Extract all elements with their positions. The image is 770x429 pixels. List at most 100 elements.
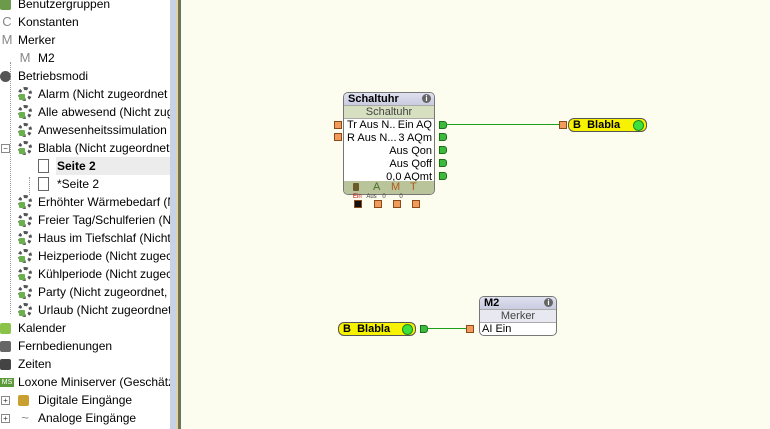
mode-gear-icon [18,285,32,299]
info-icon[interactable]: i [544,298,553,307]
mode-gear-icon [18,213,32,227]
program-canvas[interactable]: Schaltuhr i Schaltuhr Tr Aus N.. Ein AQ R … [181,0,770,429]
tree-item-label: Digitale Eingänge [38,393,133,407]
tree-item[interactable]: Party (Nicht zugeordnet, [0,283,170,301]
expand-toggle-icon[interactable]: − [1,144,10,153]
output-pin-aqm[interactable] [439,133,447,141]
tree-item[interactable]: M Merker [0,31,170,49]
input-label: R Aus N... [347,132,397,144]
tree-item[interactable]: Anwesenheitssimulation [0,121,170,139]
tree-item-label: Freier Tag/Schulferien (N [38,213,170,227]
output-pin[interactable] [420,325,428,333]
tree-item[interactable]: Benutzergruppen [0,0,170,13]
input-pin-ai[interactable] [466,325,474,333]
footer-a: A [373,181,381,193]
param-pin[interactable] [412,200,420,208]
output-pin-qon[interactable] [439,146,447,154]
tree-item-label: Kalender [18,321,67,335]
mode-gear-icon [18,249,32,263]
tree-item-label: Analoge Eingänge [38,411,137,425]
marker-icon: M [1,32,13,47]
input-variable-blabla[interactable]: B Blabla [338,322,416,336]
tree-item[interactable]: Fernbedienungen [0,337,170,355]
tree-item-label: Urlaub (Nicht zugeordnet [38,303,170,317]
tree-item[interactable]: Erhöhter Wärmebedarf (N [0,193,170,211]
tree-item[interactable]: MS Loxone Miniserver (Geschätz [0,373,170,391]
tree-item-label: Party (Nicht zugeordnet, [38,285,168,299]
output-pin-aqmt[interactable] [439,172,447,180]
tree-item[interactable]: ~ Analoge Eingänge + [0,409,170,427]
page-icon [38,159,49,173]
tree-item[interactable]: Digitale Eingänge + [0,391,170,409]
tree-item-label: Heizperiode (Nicht zugec [38,249,170,263]
output-pin-qoff[interactable] [439,159,447,167]
tree-item[interactable]: Freier Tag/Schulferien (N [0,211,170,229]
tree-item[interactable]: M M2 [0,49,170,67]
var-type: B [573,119,581,131]
tree-item[interactable]: Haus im Tiefschlaf (Nicht [0,229,170,247]
calendar-icon [0,323,11,334]
expand-toggle-icon[interactable]: + [1,414,10,423]
output-label: Aus Qon [389,145,432,157]
merker-block[interactable]: M2 i Merker AI Ein [479,296,557,336]
tree-item[interactable]: C Konstanten [0,13,170,31]
tree-item-label: Loxone Miniserver (Geschätz [18,375,170,389]
param-pin[interactable] [374,200,382,208]
tree-item[interactable]: Alarm (Nicht zugeordnet [0,85,170,103]
tree-item-label: Kühlperiode (Nicht zugec [38,267,170,281]
connection-wire[interactable] [446,124,563,125]
tree-item-label: Merker [18,33,56,47]
tree-item-label: Haus im Tiefschlaf (Nicht [38,231,170,245]
tree-item-label: Anwesenheitssimulation [38,123,167,137]
block-title: M2 [484,297,500,309]
tree-item-label: M2 [38,51,55,65]
digital-input-icon [18,395,29,406]
tree-item[interactable]: Blabla (Nicht zugeordnet − [0,139,170,157]
mode-gear-icon [18,87,32,101]
tree-item-label: Konstanten [18,15,79,29]
tree-item[interactable]: Zeiten [0,355,170,373]
tree-item[interactable]: Betriebsmodi [0,67,170,85]
input-label: AI Ein [482,323,512,335]
mode-gear-icon [18,141,32,155]
input-pin-r[interactable] [334,133,342,141]
tree-item[interactable]: Kühlperiode (Nicht zugec [0,265,170,283]
tree-item[interactable]: Kalender [0,319,170,337]
var-name: Blabla [357,323,391,335]
tree-item-label: Alle abwesend (Nicht zug [38,105,170,119]
output-label: 3 AQm [398,132,432,144]
tree-item-label: Fernbedienungen [18,339,113,353]
project-tree[interactable]: Benutzergruppen C Konstanten M Merker M M2 Betr… [0,0,170,429]
marker-icon: M [19,50,31,65]
tree-item[interactable]: Urlaub (Nicht zugeordnet [0,301,170,319]
tree-item-label: Benutzergruppen [18,0,111,11]
schaltuhr-block[interactable]: Schaltuhr i Schaltuhr Tr Aus N.. Ein AQ R … [343,92,435,195]
tree-item-label: Zeiten [18,357,52,371]
input-label: Tr Aus N.. [347,119,396,131]
output-pin-aq[interactable] [439,121,447,129]
status-dot-icon [633,120,644,131]
mode-gear-icon [18,123,32,137]
input-pin[interactable] [559,121,567,129]
output-variable-blabla[interactable]: B Blabla [568,118,647,132]
mode-gear-icon [18,267,32,281]
output-label: Ein AQ [397,119,432,131]
param-pin[interactable] [393,200,401,208]
connection-wire[interactable] [427,328,467,329]
expand-toggle-icon[interactable]: + [1,396,10,405]
tree-guide-line [10,62,11,314]
tree-item[interactable]: Heizperiode (Nicht zugec [0,247,170,265]
timer-icon [0,359,11,370]
input-pin-tr[interactable] [334,121,342,129]
user-group-icon [0,0,11,10]
remote-icon [0,341,11,352]
tree-item[interactable]: Alle abwesend (Nicht zug [0,103,170,121]
battery-icon [353,183,359,191]
param-pin[interactable] [354,200,362,208]
param-label: 0 [382,194,386,200]
info-icon[interactable]: i [422,94,431,103]
footer-m: M [391,181,401,193]
tree-item[interactable]: Seite 2 [38,157,170,175]
tree-item[interactable]: *Seite 2 [38,175,170,193]
analog-input-icon: ~ [21,410,29,425]
